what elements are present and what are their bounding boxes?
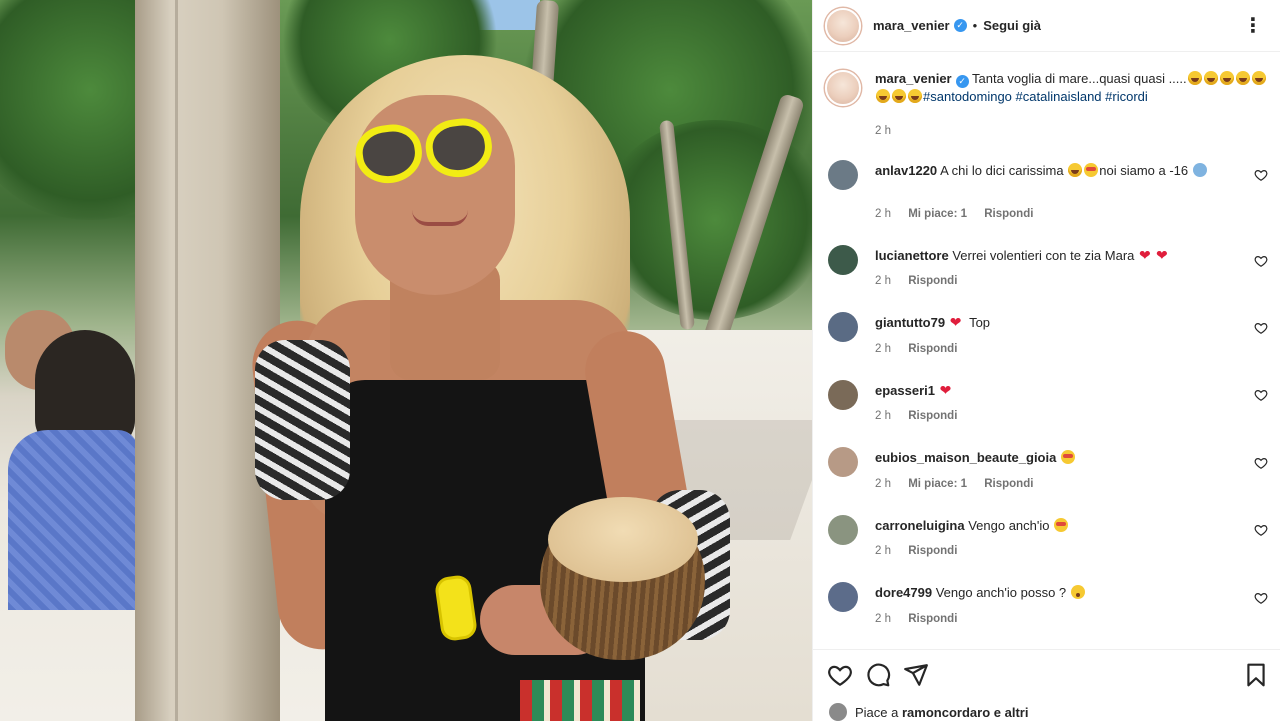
comment-username[interactable]: eubios_maison_beaute_gioia (875, 450, 1056, 465)
star-struck-emoji-icon (1060, 450, 1075, 464)
scarf (255, 340, 350, 500)
comment-username[interactable]: lucianettore (875, 248, 949, 263)
laughing-emoji-icon (1187, 71, 1202, 85)
comment-text: Top (969, 315, 991, 330)
reply-button[interactable]: Rispondi (984, 478, 1033, 490)
caption-avatar[interactable] (825, 70, 861, 106)
post-header: mara_venier ✓ • Segui già ⋮ (813, 0, 1280, 52)
comment-text: Vengo anch'io posso ? (935, 585, 1067, 600)
red-heart-emoji-icon (1139, 246, 1154, 264)
laughing-emoji-icon (1203, 71, 1218, 85)
skirt (520, 680, 640, 721)
comment-username[interactable]: giantutto79 (875, 315, 945, 330)
surprised-emoji-icon (1070, 585, 1085, 599)
heart-icon[interactable] (1254, 388, 1268, 402)
red-heart-emoji-icon (940, 381, 955, 399)
heart-icon[interactable] (1254, 321, 1268, 335)
comment-time[interactable]: 2 h (875, 208, 891, 220)
separator: • (972, 18, 978, 33)
heart-icon[interactable] (1254, 456, 1268, 470)
commenter-avatar[interactable] (828, 245, 858, 275)
reply-button[interactable]: Rispondi (908, 410, 957, 422)
reply-button[interactable]: Rispondi (908, 613, 957, 625)
hand-over-mouth-emoji-icon (1068, 163, 1083, 177)
verified-icon: ✓ (955, 75, 969, 88)
reply-button[interactable]: Rispondi (984, 208, 1033, 220)
hashtag-link[interactable]: #catalinaisland (1016, 89, 1102, 104)
author-username[interactable]: mara_venier (873, 18, 950, 33)
laughing-emoji-icon (1251, 71, 1266, 85)
caption-time[interactable]: 2 h (875, 125, 891, 137)
heart-icon[interactable] (1254, 591, 1268, 605)
comment-time[interactable]: 2 h (875, 545, 891, 557)
commenter-avatar[interactable] (828, 515, 858, 545)
heart-icon[interactable] (1254, 168, 1268, 182)
more-options-icon[interactable]: ⋮ (1243, 14, 1263, 38)
commenter-avatar[interactable] (828, 447, 858, 477)
post-photo[interactable] (0, 0, 812, 721)
following-button[interactable]: Segui già (983, 18, 1041, 33)
reply-button[interactable]: Rispondi (908, 343, 957, 355)
red-heart-emoji-icon (1156, 246, 1171, 264)
hashtag-link[interactable]: #ricordi (1105, 89, 1148, 104)
commenter-avatar[interactable] (828, 312, 858, 342)
comment-text: Verrei volentieri con te zia Mara (952, 248, 1135, 263)
commenter-avatar[interactable] (828, 380, 858, 410)
bystander (8, 430, 138, 610)
cold-face-emoji-icon (1192, 163, 1207, 177)
laughing-emoji-icon (1235, 71, 1250, 85)
liker-avatar[interactable] (829, 703, 847, 721)
post-side-panel: mara_venier ✓ • Segui già ⋮ mara_venier ✓… (812, 0, 1280, 721)
smile (412, 210, 468, 226)
comment-time[interactable]: 2 h (875, 275, 891, 287)
caption-text: Tanta voglia di mare...quasi quasi ..... (972, 71, 1187, 86)
comment-text: Vengo anch'io (968, 518, 1050, 533)
likes-summary: Piace a ramoncordaro e altri (829, 703, 1028, 721)
coconut (548, 497, 698, 582)
smiling-emoji-icon (1084, 163, 1099, 177)
commenter-avatar[interactable] (828, 160, 858, 190)
bookmark-icon[interactable] (1243, 662, 1269, 688)
comment-likes[interactable]: Mi piace: 1 (908, 208, 967, 220)
laughing-emoji-icon (876, 89, 890, 103)
post-caption: mara_venier ✓ Tanta voglia di mare...quas… (825, 70, 1270, 106)
hashtag-link[interactable]: #santodomingo (923, 89, 1012, 104)
comment-likes[interactable]: Mi piace: 1 (908, 478, 967, 490)
star-struck-emoji-icon (1054, 518, 1069, 532)
red-heart-emoji-icon (950, 313, 965, 331)
comment-username[interactable]: anlav1220 (875, 163, 937, 178)
verified-icon: ✓ (953, 19, 967, 32)
comment-text: noi siamo a -16 (1099, 163, 1189, 178)
comment-time[interactable]: 2 h (875, 343, 891, 355)
comment-time[interactable]: 2 h (875, 410, 891, 422)
comment-username[interactable]: dore4799 (875, 585, 932, 600)
reply-button[interactable]: Rispondi (908, 275, 957, 287)
liker-username[interactable]: ramoncordaro (902, 705, 990, 720)
comment-icon[interactable] (865, 662, 891, 688)
author-avatar[interactable] (825, 7, 861, 44)
laughing-emoji-icon (1219, 71, 1234, 85)
likes-prefix: Piace a (855, 704, 899, 720)
heart-icon[interactable] (827, 662, 853, 688)
comment-username[interactable]: carroneluigina (875, 518, 965, 533)
heart-icon[interactable] (1254, 523, 1268, 537)
sunglasses (352, 114, 496, 190)
comment-username[interactable]: epasseri1 (875, 383, 935, 398)
comment-time[interactable]: 2 h (875, 613, 891, 625)
reply-button[interactable]: Rispondi (908, 545, 957, 557)
comment-time[interactable]: 2 h (875, 478, 891, 490)
caption-username[interactable]: mara_venier (875, 71, 952, 86)
commenter-avatar[interactable] (828, 582, 858, 612)
comment-text: A chi lo dici carissima (940, 163, 1064, 178)
share-icon[interactable] (903, 662, 929, 688)
post-actions-bar (813, 649, 1280, 699)
laughing-emoji-icon (908, 89, 922, 103)
laughing-emoji-icon (892, 89, 906, 103)
likes-others[interactable]: e altri (994, 705, 1029, 720)
heart-icon[interactable] (1254, 254, 1268, 268)
